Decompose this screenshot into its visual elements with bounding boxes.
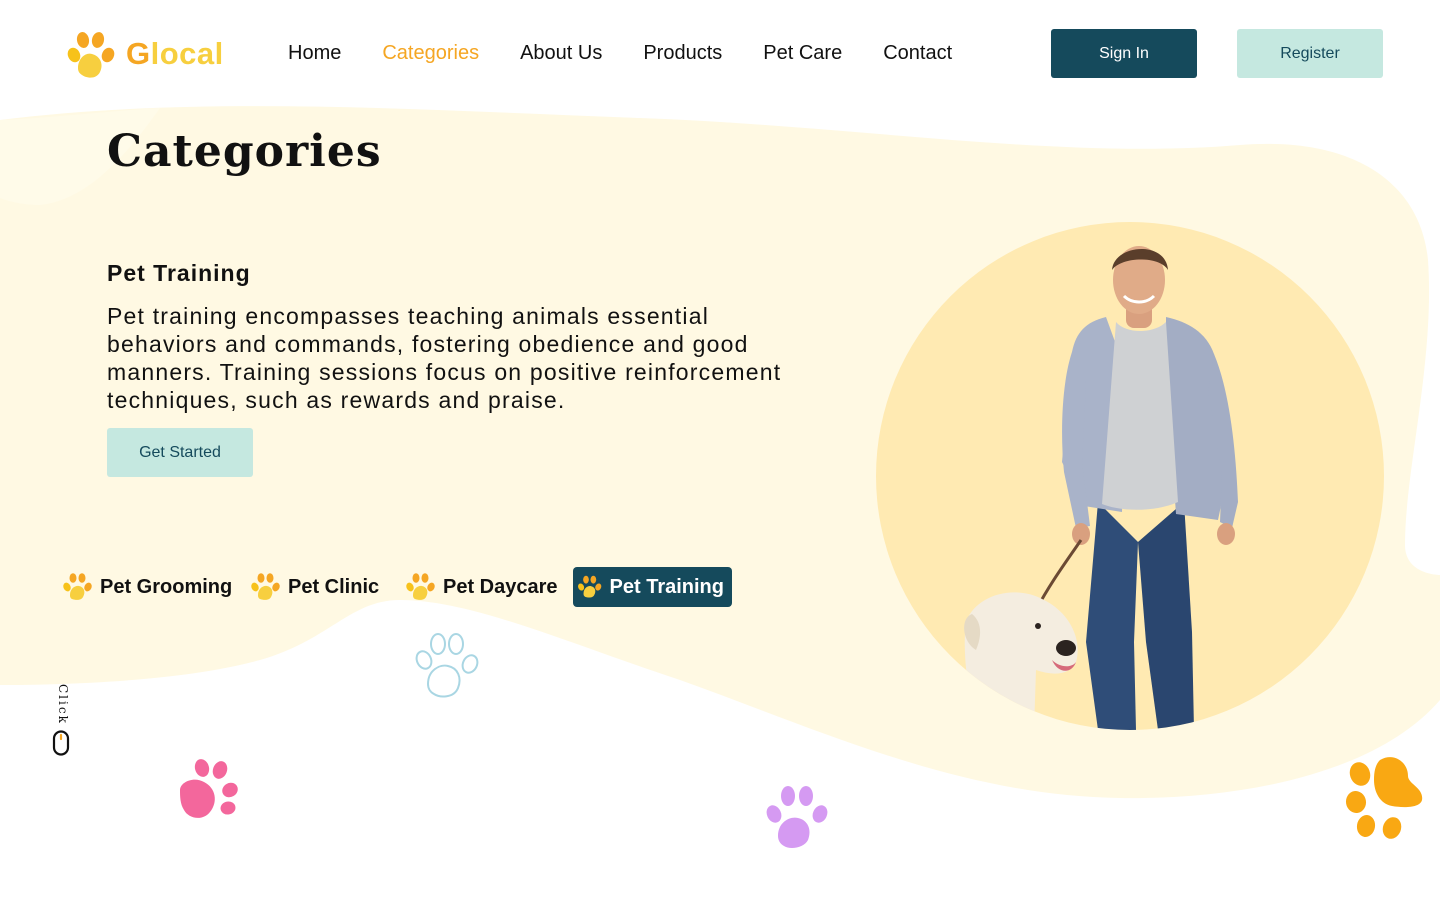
paw-icon: [251, 573, 280, 600]
tab-pet-training[interactable]: Pet Training: [573, 567, 732, 607]
paw-icon: [578, 575, 602, 598]
nav-categories[interactable]: Categories: [382, 40, 479, 66]
section-title: Pet Training: [107, 260, 251, 286]
tab-pet-daycare[interactable]: Pet Daycare: [401, 567, 566, 607]
register-button[interactable]: Register: [1237, 29, 1383, 78]
main-nav: Home Categories About Us Products Pet Ca…: [288, 40, 993, 66]
paw-icon: [63, 573, 92, 600]
tab-pet-clinic[interactable]: Pet Clinic: [246, 567, 387, 607]
nav-contact[interactable]: Contact: [883, 40, 952, 66]
header: Glocal Home Categories About Us Products…: [0, 0, 1440, 106]
paw-logo-icon: [67, 32, 115, 78]
page-title: Categories: [107, 126, 382, 177]
paw-icon: [406, 573, 435, 600]
scroll-hint-label: Click: [56, 684, 70, 725]
tab-pet-grooming[interactable]: Pet Grooming: [58, 567, 240, 607]
get-started-button[interactable]: Get Started: [107, 428, 253, 477]
paw-purple-icon: [766, 786, 828, 848]
scroll-hint[interactable]: Click: [50, 684, 72, 756]
nav-products[interactable]: Products: [643, 40, 722, 66]
nav-pet-care[interactable]: Pet Care: [763, 40, 842, 66]
tab-label: Pet Clinic: [288, 575, 380, 598]
mouse-icon: [52, 730, 70, 756]
sign-in-button[interactable]: Sign In: [1051, 29, 1197, 78]
tab-label: Pet Training: [609, 575, 724, 598]
section-description: Pet training encompasses teaching animal…: [107, 303, 782, 413]
brand-logo[interactable]: Glocal: [64, 28, 224, 80]
hero-image: [964, 246, 1238, 730]
nav-home[interactable]: Home: [288, 40, 341, 66]
paw-orange-icon: [1345, 757, 1423, 839]
nav-about-us[interactable]: About Us: [520, 40, 602, 66]
brand-name: Glocal: [126, 36, 224, 71]
tab-label: Pet Grooming: [100, 575, 233, 598]
paw-outline-icon: [415, 633, 479, 698]
paw-pink-icon: [180, 759, 238, 818]
tab-label: Pet Daycare: [443, 575, 558, 598]
